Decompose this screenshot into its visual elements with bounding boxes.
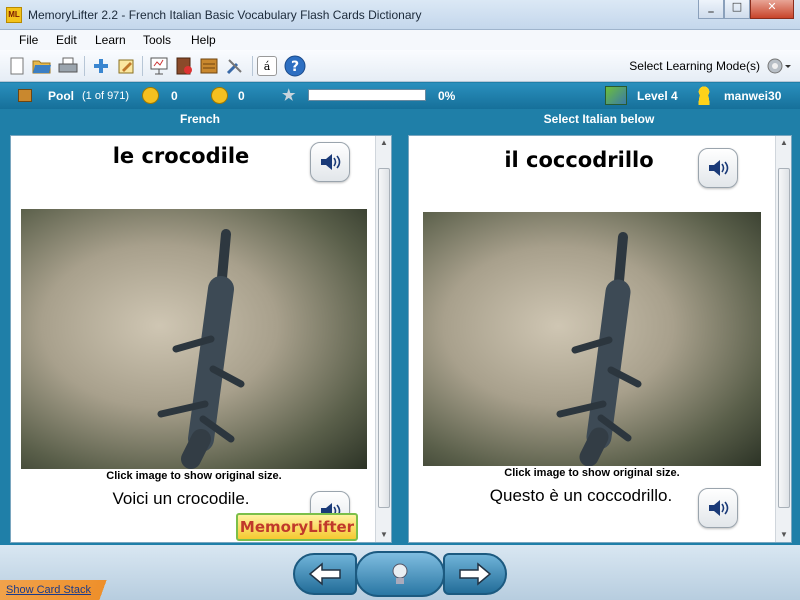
star-icon: ★ xyxy=(282,87,296,104)
progress-percent: 0% xyxy=(438,89,456,103)
dictionary-icon[interactable] xyxy=(173,55,195,77)
maximize-button[interactable]: □ xyxy=(724,0,750,19)
level-label: Level 4 xyxy=(637,89,678,103)
question-card: le crocodile Click image to show origina… xyxy=(10,135,392,543)
answer-card: il coccodrillo Click image to show origi… xyxy=(408,135,792,543)
scroll-up-arrow[interactable]: ▲ xyxy=(376,136,392,150)
scroll-up-arrow[interactable]: ▲ xyxy=(776,136,792,150)
answer-image[interactable] xyxy=(423,212,761,466)
hint-button[interactable] xyxy=(355,551,445,597)
speaker-icon xyxy=(709,160,729,176)
smiley-sad-icon xyxy=(211,87,228,104)
gear-icon[interactable] xyxy=(766,56,791,76)
play-word-audio-button[interactable] xyxy=(310,142,350,182)
left-scrollbar[interactable]: ▲ ▼ xyxy=(375,136,391,542)
username: manwei30 xyxy=(724,89,782,103)
example-sentence: Voici un crocodile. xyxy=(112,489,250,508)
question-word: le crocodile xyxy=(112,144,250,168)
app-icon: ML xyxy=(6,7,22,23)
window-controls: _ □ ✕ xyxy=(698,0,794,20)
open-folder-icon[interactable] xyxy=(31,55,53,77)
lightbulb-icon xyxy=(392,563,408,584)
left-column-header: French xyxy=(179,112,220,126)
user-icon xyxy=(697,86,711,105)
menu-learn[interactable]: Learn xyxy=(95,33,126,47)
show-card-stack-tab[interactable]: Show Card Stack xyxy=(0,580,126,600)
close-button[interactable]: ✕ xyxy=(750,0,794,19)
right-scrollbar[interactable]: ▲ ▼ xyxy=(775,136,791,542)
tools-icon[interactable] xyxy=(224,55,246,77)
memorylifter-logo: MemoryLifter xyxy=(236,513,358,541)
image-caption: Click image to show original size. xyxy=(106,470,282,482)
window-title: MemoryLifter 2.2 - French Italian Basic … xyxy=(28,8,422,22)
menu-edit[interactable]: Edit xyxy=(56,33,77,47)
progress-bar xyxy=(308,89,426,101)
wrong-count: 0 xyxy=(238,89,245,103)
toolbar-separator xyxy=(142,56,143,76)
scroll-thumb[interactable] xyxy=(378,168,390,508)
edit-card-icon[interactable] xyxy=(115,55,137,77)
new-file-icon[interactable] xyxy=(6,55,28,77)
toolbar-separator xyxy=(252,56,253,76)
example-sentence: Questo è un coccodrillo. xyxy=(489,486,673,505)
image-caption: Click image to show original size. xyxy=(504,467,680,479)
title-bar: ML MemoryLifter 2.2 - French Italian Bas… xyxy=(0,0,800,30)
menu-help[interactable]: Help xyxy=(191,33,216,47)
add-card-icon[interactable] xyxy=(90,55,112,77)
previous-card-button[interactable] xyxy=(293,553,357,595)
toolbar-separator xyxy=(84,56,85,76)
arrow-left-icon xyxy=(308,562,341,586)
font-icon[interactable]: á xyxy=(257,56,277,76)
play-word-audio-button[interactable] xyxy=(698,148,738,188)
speaker-icon xyxy=(321,154,341,170)
show-card-stack-link[interactable]: Show Card Stack xyxy=(6,584,91,596)
minimize-button[interactable]: _ xyxy=(698,0,724,19)
smiley-happy-icon xyxy=(142,87,159,104)
play-sentence-audio-button[interactable] xyxy=(698,488,738,528)
pool-label: Pool xyxy=(48,89,74,103)
menu-tools[interactable]: Tools xyxy=(143,33,171,47)
correct-count: 0 xyxy=(171,89,178,103)
menu-file[interactable]: File xyxy=(19,33,38,47)
scroll-down-arrow[interactable]: ▼ xyxy=(776,528,792,542)
next-card-button[interactable] xyxy=(443,553,507,595)
learning-mode-label[interactable]: Select Learning Mode(s) xyxy=(629,59,760,73)
svg-text:?: ? xyxy=(291,59,299,75)
right-column-header: Select Italian below xyxy=(543,112,655,126)
print-icon[interactable] xyxy=(57,55,79,77)
help-icon[interactable]: ? xyxy=(284,55,306,77)
question-image[interactable] xyxy=(21,209,367,469)
pool-icon xyxy=(18,89,32,102)
arrow-right-icon xyxy=(459,562,492,586)
scroll-thumb[interactable] xyxy=(778,168,790,508)
crocodile-image xyxy=(556,232,642,466)
toolbar: á ? Select Learning Mode(s) xyxy=(0,50,800,82)
speaker-icon xyxy=(709,500,729,516)
crocodile-image xyxy=(157,229,245,469)
scroll-down-arrow[interactable]: ▼ xyxy=(376,528,392,542)
menu-bar: File Edit Learn Tools Help xyxy=(0,30,800,50)
pool-count: (1 of 971) xyxy=(82,90,130,102)
presentation-icon[interactable] xyxy=(148,55,170,77)
level-icon xyxy=(605,86,627,105)
card-stack-icon[interactable] xyxy=(198,55,220,77)
